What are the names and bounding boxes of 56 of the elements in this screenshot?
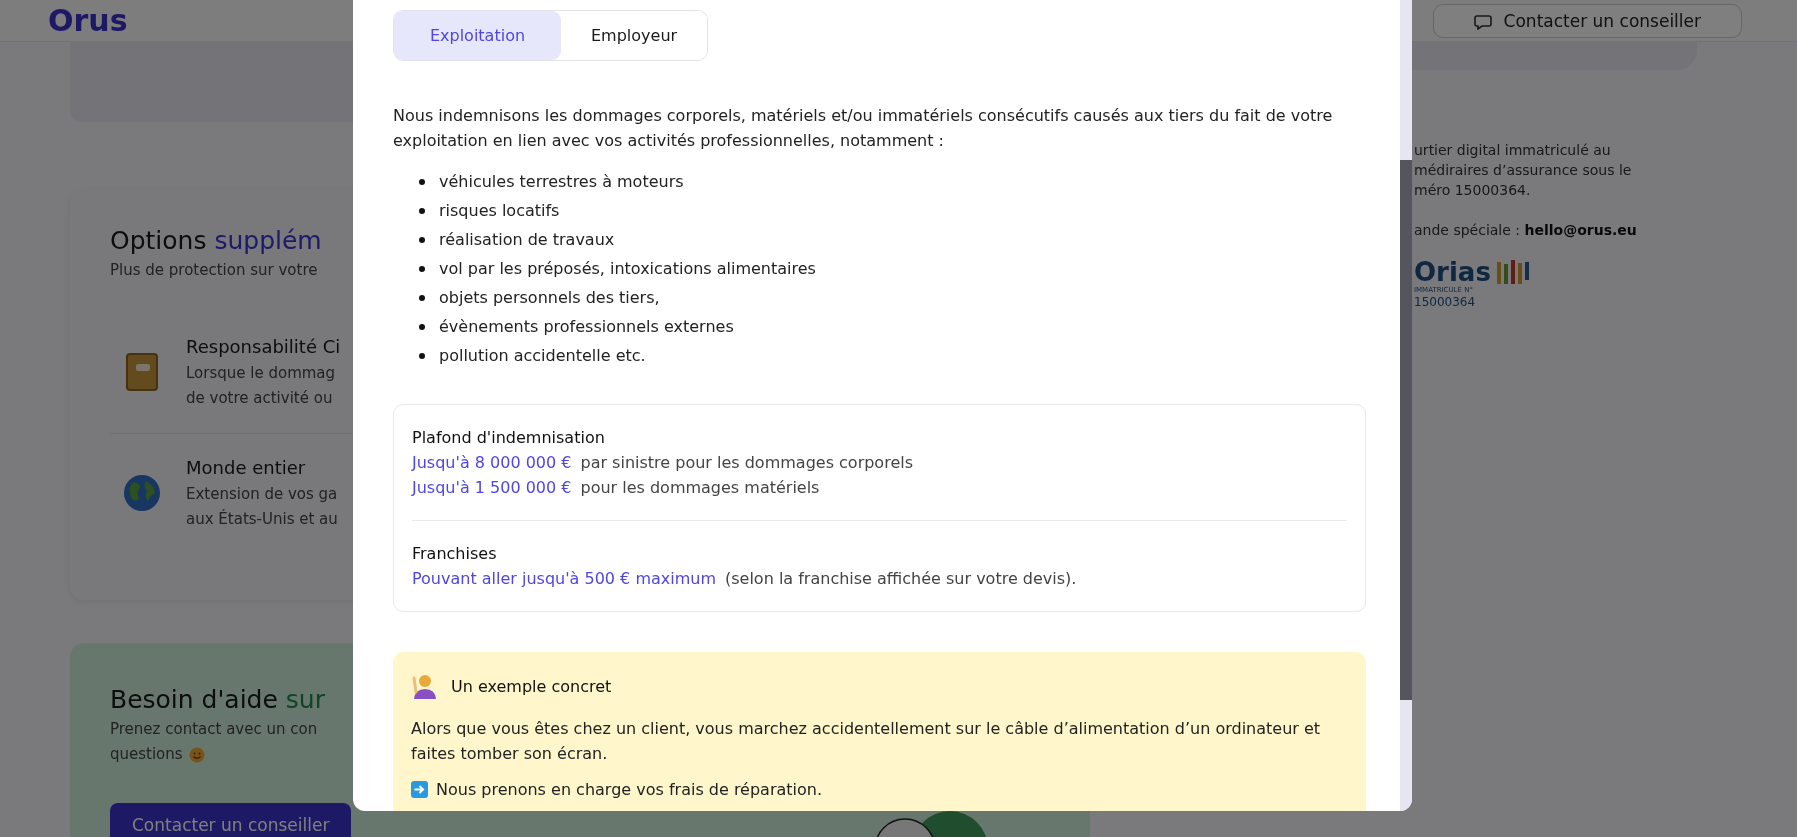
list-item: objets personnels des tiers, [439, 288, 660, 307]
card-subtitle: Plus de protection sur votre [110, 260, 318, 281]
help-text: questions [110, 744, 183, 765]
scrollbar[interactable] [1400, 0, 1412, 811]
email-link[interactable]: hello@orus.eu [1524, 222, 1637, 238]
card-title-highlight: sur [285, 685, 325, 714]
outcome-text: Nous prenons en charge vos frais de réparation. [436, 780, 823, 799]
legal-text: urtier digital immatriculé au [1414, 141, 1612, 160]
bullet-icon [419, 207, 425, 214]
card-title-highlight: supplém [214, 226, 322, 255]
book-icon [124, 352, 160, 392]
bullet-icon [419, 352, 425, 359]
section-title: Franchises [412, 543, 498, 565]
contact-button[interactable]: Contacter un conseiller [1432, 3, 1742, 38]
amount-text: Jusqu'à 8 000 000 € [412, 452, 572, 474]
description-text: par sinistre pour les dommages corporels [580, 452, 913, 474]
legal-text: méro 15000364. [1414, 181, 1532, 200]
orias-logo-text: Orias [1414, 258, 1491, 286]
contact-button[interactable]: Contacter un conseiller [110, 803, 352, 837]
tab[interactable]: Exploitation [394, 11, 561, 60]
amount-text: Pouvant aller jusqu'à 500 € maximum [412, 568, 716, 590]
option-description: Extension de vos ga [186, 484, 338, 505]
option-description: de votre activité ou [186, 388, 334, 409]
amount-text: Jusqu'à 1 500 000 € [412, 477, 572, 499]
card-title: Options [110, 226, 207, 255]
bullet-icon [419, 323, 425, 330]
contact-label: ande spéciale : [1414, 222, 1521, 238]
logo-text[interactable]: Orus [48, 5, 128, 36]
bullet-icon [419, 265, 425, 272]
intro-paragraph: Nous indemnisons les dommages corporels, matériels et/ou immatériels consécutifs causés aux tiers du fait de votre exploitation en lien avec vos activités professionnelles, notamment : [393, 105, 1334, 152]
bullet-icon [419, 236, 425, 243]
list-item: réalisation de travaux [439, 230, 615, 249]
globe-icon [122, 473, 162, 513]
option-title: Responsabilité Ci [186, 335, 341, 359]
example-text: Alors que vous êtes chez un client, vous marchez accidentellement sur le câble d’alimentation d’un ordinateur et faites tomber son écran. [411, 718, 1322, 765]
list-item: vol par les préposés, intoxications alimentaires [439, 259, 816, 278]
raised-hand-person-icon [411, 672, 437, 700]
section-title: Plafond d'indemnisation [412, 427, 606, 449]
option-description: Lorsque le dommag [186, 363, 337, 384]
option-description: aux États-Unis et au [186, 508, 338, 530]
list-item: évènements professionnels externes [439, 317, 734, 336]
scrollbar-thumb[interactable] [1400, 160, 1412, 700]
help-text: Prenez contact avec un con [110, 719, 318, 740]
list-item: véhicules terrestres à moteurs [439, 172, 684, 191]
list-item: pollution accidentelle etc. [439, 346, 646, 365]
card-title: Besoin d'aide [110, 685, 278, 714]
list-item: risques locatifs [439, 201, 560, 220]
option-title: Monde entier [186, 456, 307, 480]
bullet-icon [419, 178, 425, 185]
smiling-face-icon [188, 746, 205, 763]
example-title: Un exemple concret [451, 676, 612, 696]
bullet-icon [419, 294, 425, 301]
description-text: pour les dommages matériels [580, 477, 820, 499]
description-text: (selon la franchise affichée sur votre devis). [725, 568, 1077, 590]
legal-text: médiraires d’assurance sous le [1414, 161, 1633, 180]
orias-number: 15000364 [1414, 295, 1477, 309]
